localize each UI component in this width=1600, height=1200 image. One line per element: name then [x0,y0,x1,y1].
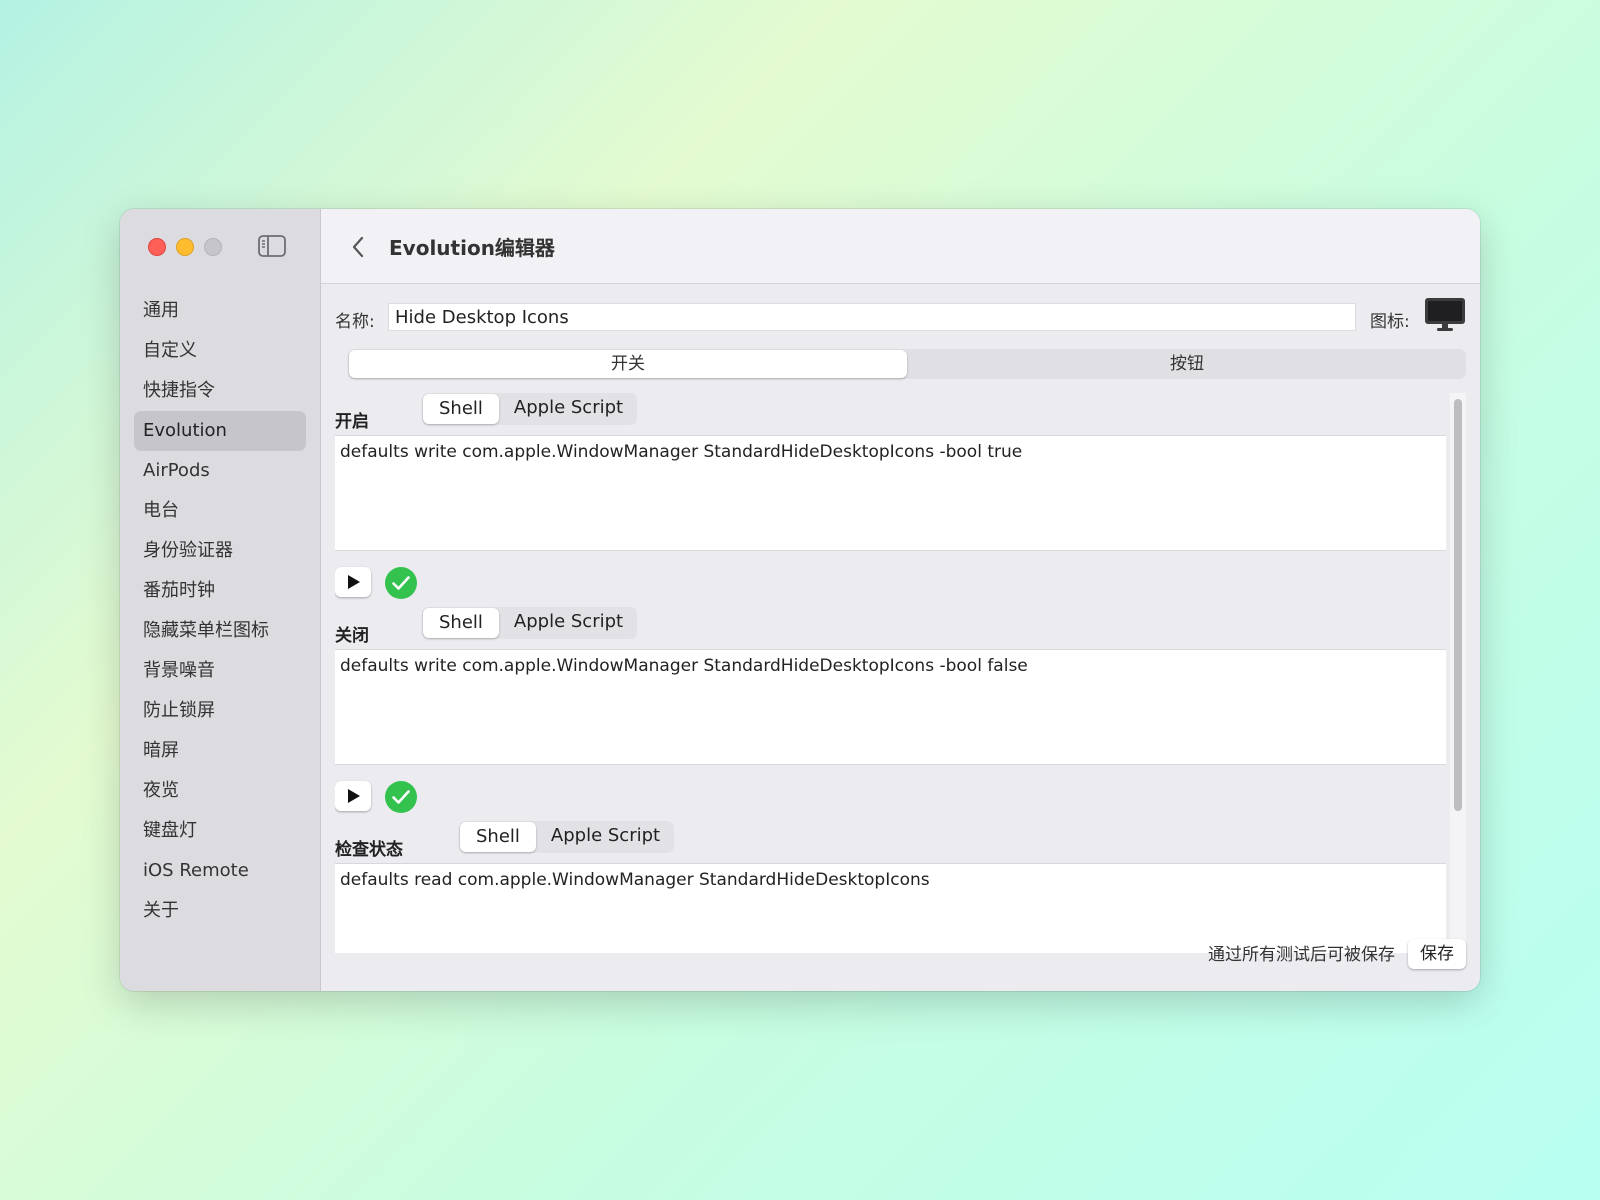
scrollbar-thumb[interactable] [1454,399,1462,811]
off-run-button[interactable] [335,781,371,811]
mode-segmented-control: 开关 按钮 [348,349,1466,379]
sidebar: 通用 自定义 快捷指令 Evolution AirPods 电台 身份验证器 番… [120,209,321,991]
header: Evolution编辑器 [321,209,1480,284]
on-run-button[interactable] [335,567,371,597]
sidebar-item-night-view[interactable]: 夜览 [134,771,306,811]
sidebar-item-keyboard-light[interactable]: 键盘灯 [134,811,306,851]
save-button[interactable]: 保存 [1408,939,1466,969]
on-applescript-option[interactable]: Apple Script [500,393,637,425]
scripts-scroll-area[interactable]: 开启 Shell Apple Script defaults write com… [335,393,1446,953]
play-icon [348,789,360,803]
sidebar-item-pomodoro[interactable]: 番茄时钟 [134,571,306,611]
play-icon [348,575,360,589]
minimize-button[interactable] [176,238,194,256]
sidebar-toggle-icon[interactable] [258,235,286,257]
traffic-lights [148,238,222,256]
sidebar-item-evolution[interactable]: Evolution [134,411,306,451]
check-shell-option[interactable]: Shell [460,822,536,852]
check-section: 检查状态 Shell Apple Script defaults read co… [335,821,1446,953]
scrollbar[interactable] [1450,393,1466,951]
on-section-label: 开启 [335,412,369,432]
icon-label: 图标: [1370,312,1410,332]
check-section-label: 检查状态 [335,840,403,860]
sidebar-item-shortcuts[interactable]: 快捷指令 [134,371,306,411]
on-section: 开启 Shell Apple Script defaults write com… [335,393,1446,607]
sidebar-item-prevent-lock[interactable]: 防止锁屏 [134,691,306,731]
zoom-button[interactable] [204,238,222,256]
sidebar-item-about[interactable]: 关于 [134,891,306,931]
sidebar-item-dim-screen[interactable]: 暗屏 [134,731,306,771]
on-success-check-icon [385,567,417,599]
page-title: Evolution编辑器 [389,236,555,260]
off-shell-option[interactable]: Shell [423,608,499,638]
name-input[interactable] [388,303,1356,331]
off-script-type-control: Shell Apple Script [422,607,638,639]
on-script-type-control: Shell Apple Script [422,393,638,425]
sidebar-item-ios-remote[interactable]: iOS Remote [134,851,306,891]
chevron-left-icon[interactable] [347,233,369,261]
sidebar-item-background-noise[interactable]: 背景噪音 [134,651,306,691]
check-script-type-control: Shell Apple Script [459,821,675,853]
off-applescript-option[interactable]: Apple Script [500,607,637,639]
sidebar-item-general[interactable]: 通用 [134,291,306,331]
sidebar-nav: 通用 自定义 快捷指令 Evolution AirPods 电台 身份验证器 番… [134,291,306,931]
sidebar-item-radio[interactable]: 电台 [134,491,306,531]
tab-button[interactable]: 按钮 [908,349,1466,379]
sidebar-item-custom[interactable]: 自定义 [134,331,306,371]
off-success-check-icon [385,781,417,813]
main-panel: Evolution编辑器 名称: 图标: 开关 按钮 开启 Shell [321,209,1480,991]
name-label: 名称: [335,312,375,332]
on-code-editor[interactable]: defaults write com.apple.WindowManager S… [335,435,1446,551]
off-code-editor[interactable]: defaults write com.apple.WindowManager S… [335,649,1446,765]
check-applescript-option[interactable]: Apple Script [537,821,674,853]
sidebar-item-authenticator[interactable]: 身份验证器 [134,531,306,571]
tab-switch[interactable]: 开关 [349,350,907,378]
app-window: 通用 自定义 快捷指令 Evolution AirPods 电台 身份验证器 番… [120,209,1480,991]
save-hint: 通过所有测试后可被保存 [1208,945,1395,965]
sidebar-item-hide-menubar-icons[interactable]: 隐藏菜单栏图标 [134,611,306,651]
sidebar-item-airpods[interactable]: AirPods [134,451,306,491]
close-button[interactable] [148,238,166,256]
display-icon[interactable] [1424,297,1466,333]
name-row: 名称: 图标: [335,298,1466,333]
off-section-label: 关闭 [335,626,369,646]
off-section: 关闭 Shell Apple Script defaults write com… [335,607,1446,821]
on-shell-option[interactable]: Shell [423,394,499,424]
